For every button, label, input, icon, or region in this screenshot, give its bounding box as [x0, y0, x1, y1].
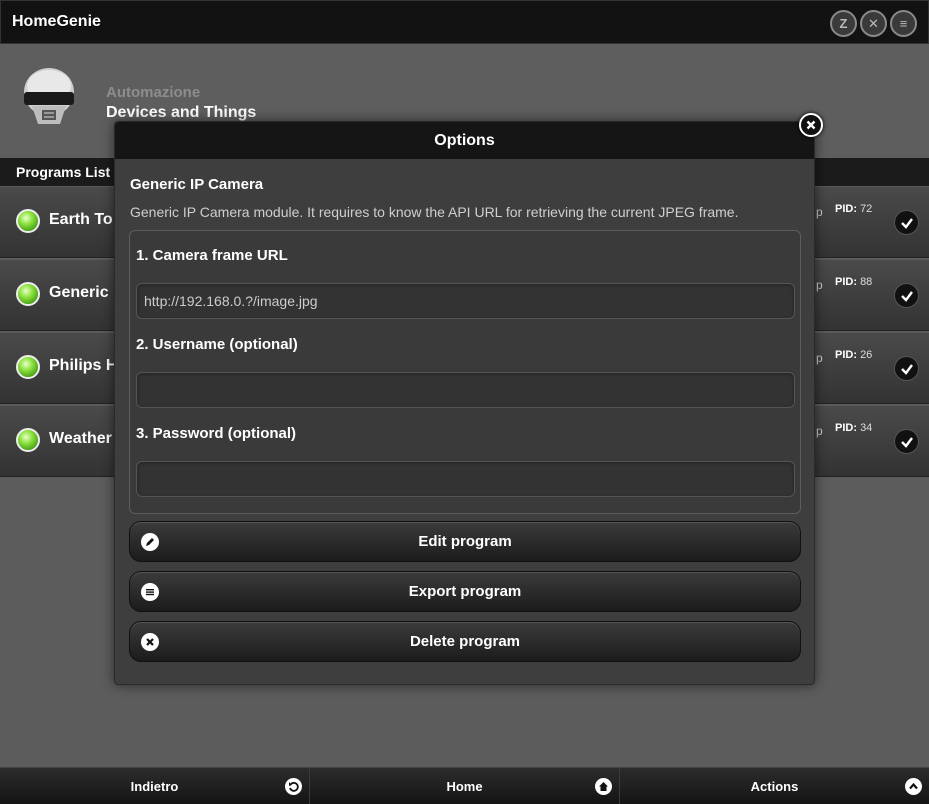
password-label: 3. Password (optional)	[136, 425, 297, 442]
program-pid: PID: 26	[835, 349, 872, 361]
program-type: p	[816, 205, 823, 219]
check-icon	[900, 363, 913, 375]
app-title: HomeGenie	[12, 13, 101, 30]
footer-bar: Indietro Home Actions	[0, 767, 929, 804]
program-pid: PID: 34	[835, 422, 872, 434]
username-input[interactable]	[136, 372, 795, 408]
options-fields: 1. Camera frame URL http://192.168.0.?/i…	[129, 230, 801, 514]
undo-icon	[285, 778, 302, 795]
top-bar: HomeGenie Z ✕ ≡	[0, 0, 929, 44]
pid-label: PID:	[835, 349, 857, 361]
chevron-up-icon	[905, 778, 922, 795]
dialog-close-button[interactable]	[799, 113, 823, 137]
back-button[interactable]: Indietro	[0, 768, 310, 804]
program-type: p	[816, 351, 823, 365]
close-icon	[806, 120, 816, 130]
pid-value: 34	[860, 422, 873, 434]
camera-url-label: 1. Camera frame URL	[136, 247, 288, 264]
check-icon	[900, 217, 913, 229]
delete-program-label: Delete program	[409, 633, 521, 650]
enable-check-button[interactable]	[894, 283, 919, 308]
group-category: Automazione	[106, 84, 201, 101]
check-icon	[900, 290, 913, 302]
module-title: Generic IP Camera	[130, 176, 264, 193]
pid-label: PID:	[835, 276, 857, 288]
program-name: Weather	[49, 430, 112, 447]
program-type: p	[816, 278, 823, 292]
pid-value: 88	[860, 276, 873, 288]
home-button[interactable]: Home	[310, 768, 620, 804]
delete-program-button[interactable]: Delete program	[129, 621, 801, 662]
status-led-icon	[16, 355, 40, 379]
pid-label: PID:	[835, 422, 857, 434]
group-title: Devices and Things	[106, 104, 257, 121]
home-label: Home	[446, 779, 483, 794]
pid-label: PID:	[835, 203, 857, 215]
program-name: Earth To	[49, 211, 113, 228]
actions-label: Actions	[750, 779, 799, 794]
check-icon	[900, 436, 913, 448]
password-input[interactable]	[136, 461, 795, 497]
export-program-button[interactable]: Export program	[129, 571, 801, 612]
enable-check-button[interactable]	[894, 356, 919, 381]
pid-value: 72	[860, 203, 873, 215]
module-description: Generic IP Camera module. It requires to…	[130, 204, 739, 220]
pencil-icon	[141, 533, 159, 551]
actions-button[interactable]: Actions	[620, 768, 929, 804]
filter-icon[interactable]: ≡	[890, 10, 917, 37]
program-pid: PID: 72	[835, 203, 872, 215]
pid-value: 26	[860, 349, 873, 361]
list-icon	[141, 583, 159, 601]
delete-icon	[141, 633, 159, 651]
enable-check-button[interactable]	[894, 429, 919, 454]
export-program-label: Export program	[408, 583, 522, 600]
edit-program-label: Edit program	[418, 533, 512, 550]
username-label: 2. Username (optional)	[136, 336, 298, 353]
back-label: Indietro	[130, 779, 179, 794]
status-led-icon	[16, 209, 40, 233]
status-led-icon	[16, 282, 40, 306]
home-icon	[595, 778, 612, 795]
program-type: p	[816, 424, 823, 438]
top-icons: Z ✕ ≡	[830, 10, 917, 37]
camera-url-input[interactable]: http://192.168.0.?/image.jpg	[136, 283, 795, 319]
program-name: Philips H	[49, 357, 118, 374]
program-name: Generic	[49, 284, 109, 301]
x10-icon[interactable]: ✕	[860, 10, 887, 37]
edit-program-button[interactable]: Edit program	[129, 521, 801, 562]
enable-check-button[interactable]	[894, 210, 919, 235]
robot-logo-icon	[24, 68, 74, 124]
program-pid: PID: 88	[835, 276, 872, 288]
z-wave-icon[interactable]: Z	[830, 10, 857, 37]
status-led-icon	[16, 428, 40, 452]
dialog-title: Options	[115, 122, 814, 159]
programs-list-title: Programs List	[16, 164, 111, 180]
options-dialog: Options Generic IP Camera Generic IP Cam…	[114, 121, 815, 685]
